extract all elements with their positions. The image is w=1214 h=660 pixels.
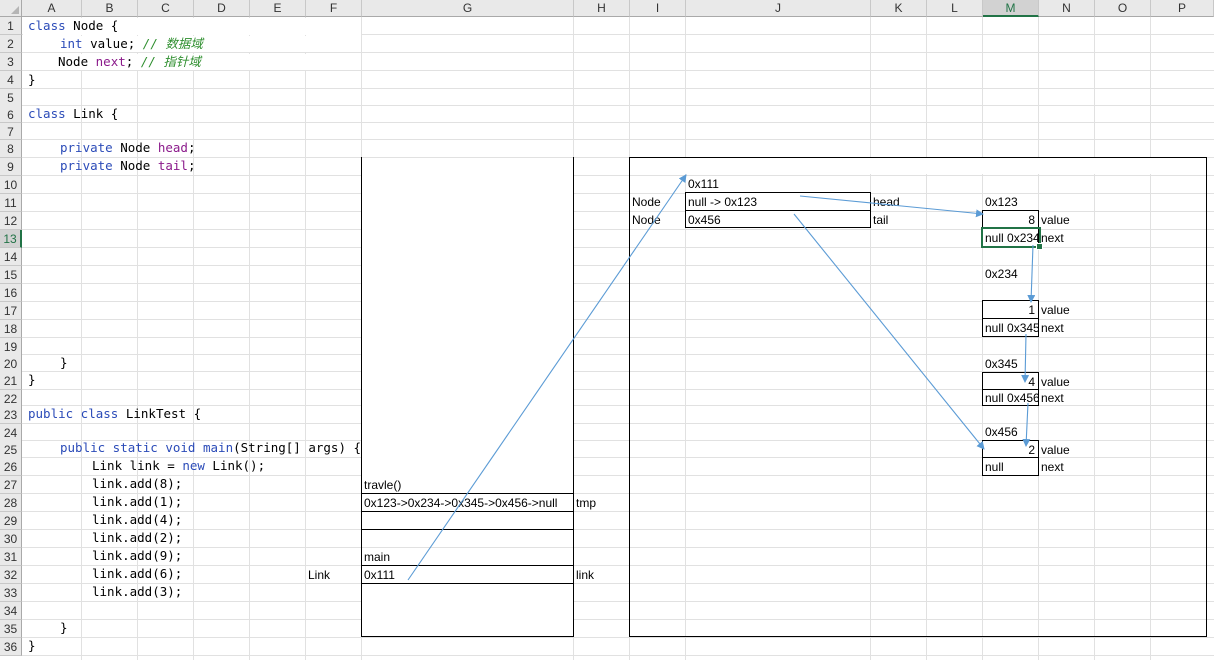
spreadsheet-grid[interactable]: A B C D E F G H I J K L M N O P 1 2 3 4 … <box>0 0 1214 660</box>
arrow-next-3 <box>1022 402 1031 447</box>
arrow-next-1 <box>1027 244 1036 303</box>
arrow-next-2 <box>1021 333 1030 383</box>
arrow-head-to-node <box>799 195 984 218</box>
pointer-arrows <box>407 174 1036 581</box>
arrow-tail-to-node <box>793 213 985 450</box>
arrow-link-to-object <box>407 174 687 581</box>
